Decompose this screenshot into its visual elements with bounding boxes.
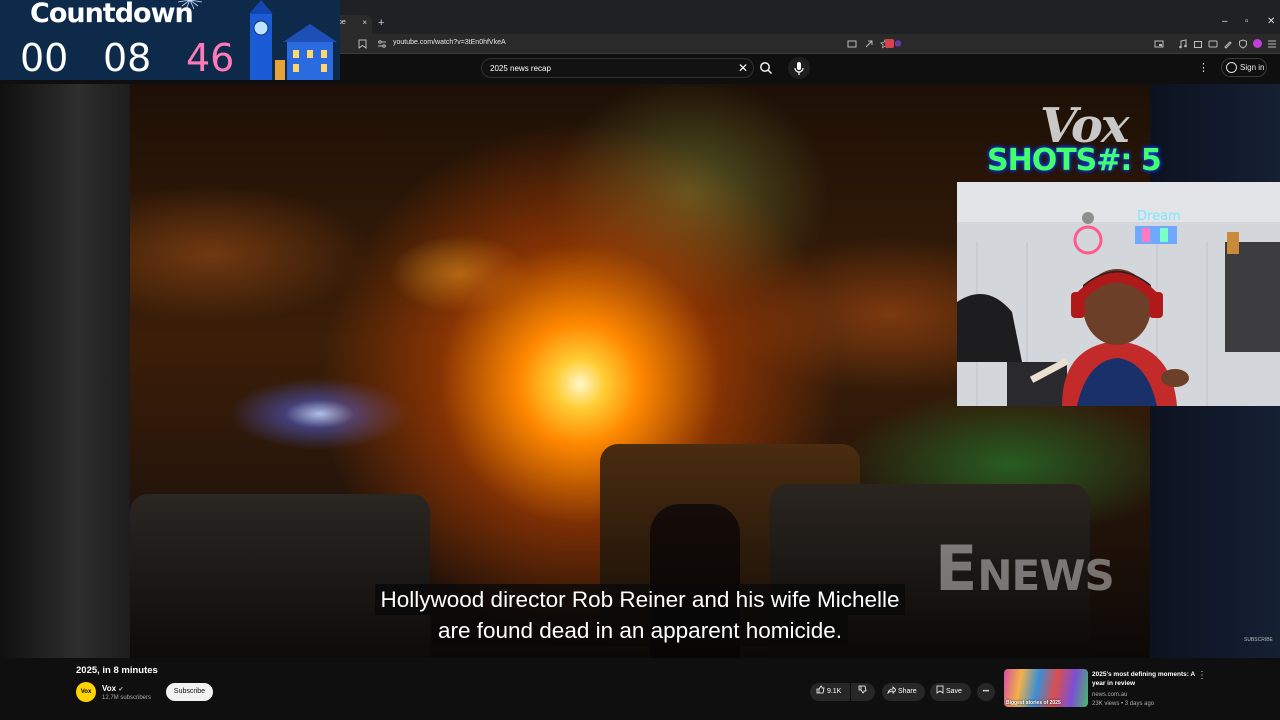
caption-line-2: are found dead in an apparent homicide.	[431, 615, 849, 646]
browser-menu-icon[interactable]	[1267, 39, 1277, 49]
dislike-button[interactable]	[851, 683, 875, 701]
save-label: Save	[945, 688, 962, 695]
music-icon[interactable]	[1178, 39, 1188, 49]
recommendation-title[interactable]: 2025's most defining moments: A year in …	[1092, 670, 1200, 688]
video-info-bar: 2025, in 8 minutes Vox Vox ✔ 12.7M subsc…	[0, 658, 1280, 720]
countdown-overlay: Countdown 00 08 46	[0, 0, 340, 80]
media-icon[interactable]	[1208, 39, 1218, 49]
minimize-button[interactable]: –	[1222, 16, 1228, 27]
picture-in-picture-icon[interactable]	[1154, 39, 1164, 49]
subscriber-count: 12.7M subscribers	[102, 695, 152, 701]
clock-tower-icon	[249, 0, 337, 80]
settings-menu-icon[interactable]: ⋮	[1198, 61, 1209, 74]
bookmark-icon[interactable]	[358, 39, 367, 49]
search-input[interactable]	[490, 62, 720, 75]
site-settings-icon[interactable]	[377, 39, 387, 49]
clear-search-icon[interactable]: ✕	[738, 61, 748, 75]
caption-line-1: Hollywood director Rob Reiner and his wi…	[374, 584, 906, 615]
voice-search-button[interactable]	[788, 57, 810, 79]
like-count: 9.1K	[826, 688, 842, 695]
thumbnail-text: Biggest stories of 2025	[1006, 700, 1061, 706]
search-icon	[760, 62, 772, 74]
extension-badge-icon[interactable]	[883, 38, 903, 49]
channel-name[interactable]: Vox ✔	[102, 684, 123, 693]
share-label: Share	[897, 688, 917, 695]
countdown-title: Countdown	[30, 0, 194, 29]
account-icon	[1226, 62, 1237, 73]
recommendation-thumbnail[interactable]: Biggest stories of 2025	[1004, 669, 1088, 707]
recommendation-meta: 23K views • 3 days ago	[1092, 701, 1155, 707]
channel-name-text: Vox	[102, 684, 117, 693]
fireworks-icon	[177, 0, 203, 10]
share-button[interactable]: Share	[882, 683, 925, 701]
subscribe-button[interactable]: Subscribe	[166, 683, 213, 701]
close-window-button[interactable]: ✕	[1267, 16, 1275, 27]
save-icon	[936, 685, 944, 694]
more-actions-button[interactable]: •••	[977, 683, 995, 701]
verified-icon: ✔	[118, 687, 124, 693]
countdown-hours: 00	[20, 36, 69, 80]
countdown-seconds: 46	[186, 36, 235, 80]
restore-button[interactable]: ▫	[1245, 16, 1249, 27]
shots-counter: SHOTS#: 5	[987, 143, 1162, 178]
brush-icon[interactable]	[1223, 39, 1233, 49]
svg-text:Dream: Dream	[1137, 209, 1181, 224]
video-title: 2025, in 8 minutes	[76, 665, 158, 676]
webcam-overlay: Dream	[957, 182, 1280, 406]
video-caption: Hollywood director Rob Reiner and his wi…	[0, 584, 1280, 646]
profile-avatar-icon[interactable]	[1252, 38, 1263, 49]
save-button[interactable]: Save	[930, 683, 971, 701]
search-box: ✕	[481, 58, 754, 78]
url-field[interactable]: youtube.com/watch?v=3tEn0hfVkeA	[393, 39, 506, 46]
video-left-panel	[0, 84, 130, 658]
mic-icon	[794, 62, 804, 75]
extension-puzzle-icon[interactable]	[1193, 39, 1203, 49]
shield-icon[interactable]	[1238, 39, 1248, 49]
sign-in-label: Sign in	[1240, 63, 1265, 72]
tab-close-icon[interactable]: ×	[362, 18, 367, 27]
streamer-webcam-image: Dream	[957, 182, 1280, 406]
search-button[interactable]	[755, 58, 777, 78]
recommendation-channel[interactable]: news.com.au	[1092, 692, 1127, 698]
share-icon	[887, 686, 897, 695]
thumbs-up-icon	[816, 685, 825, 694]
like-button[interactable]: 9.1K	[810, 683, 850, 701]
recommendation-menu-icon[interactable]: ⋮	[1197, 670, 1207, 681]
countdown-minutes: 08	[103, 36, 152, 80]
sign-in-button[interactable]: Sign in	[1221, 58, 1267, 77]
channel-avatar[interactable]: Vox	[76, 682, 96, 702]
subscribe-watermark[interactable]: SUBSCRIBE	[1244, 637, 1273, 643]
thumbs-down-icon	[858, 685, 867, 694]
cast-icon[interactable]	[847, 39, 857, 49]
install-icon[interactable]	[864, 39, 874, 49]
new-tab-button[interactable]: +	[378, 17, 384, 29]
